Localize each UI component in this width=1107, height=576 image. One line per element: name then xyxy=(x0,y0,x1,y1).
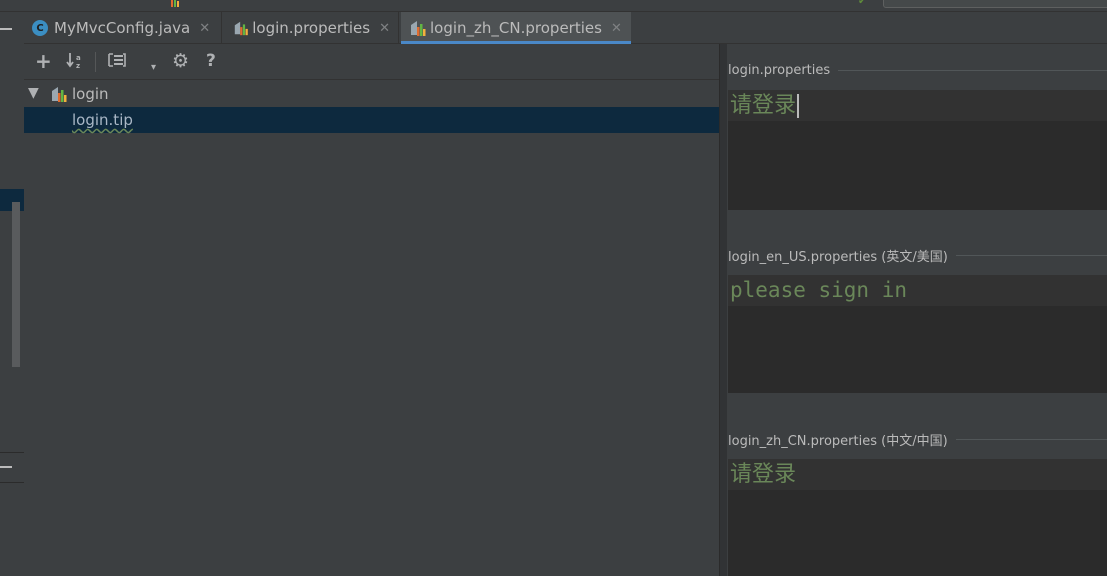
expand-arrow-icon[interactable]: ▼ xyxy=(28,85,39,101)
tree-node-login-tip[interactable]: login.tip xyxy=(24,107,720,133)
resource-bundle-icon xyxy=(234,21,248,36)
add-property-button[interactable]: + xyxy=(35,51,52,71)
tab-login-properties[interactable]: login.properties ✕ xyxy=(225,12,398,44)
sort-alphabetically-icon: az xyxy=(66,53,81,70)
tab-label: login_zh_CN.properties xyxy=(430,19,602,37)
scrollbar-thumb[interactable] xyxy=(12,202,20,367)
property-key-label: login.tip xyxy=(72,111,133,129)
tab-separator xyxy=(398,12,399,44)
panel-splitter[interactable] xyxy=(719,44,727,576)
help-button[interactable]: ? xyxy=(206,51,216,71)
property-value-text: 请登录 xyxy=(730,93,797,118)
property-file-title: login_en_US.properties (英文/美国) xyxy=(728,246,1107,265)
property-file-name: login_en_US.properties (英文/美国) xyxy=(728,250,948,265)
tab-label: MyMvcConfig.java xyxy=(54,19,191,37)
dropdown-arrow-icon[interactable]: ▾ xyxy=(151,58,156,78)
top-navigation-strip: ✔ xyxy=(0,0,1107,12)
property-file-title: login_zh_CN.properties (中文/中国) xyxy=(728,430,1107,449)
property-value-line[interactable]: please sign in xyxy=(728,275,1107,306)
svg-text:a: a xyxy=(76,54,81,62)
property-file-title: login.properties xyxy=(728,63,1107,78)
divider xyxy=(0,482,24,483)
property-value-line[interactable]: 请登录 xyxy=(728,90,1107,121)
close-icon[interactable]: ✕ xyxy=(379,21,390,36)
property-file-name: login.properties xyxy=(728,63,831,78)
tab-mymvcconfig[interactable]: C MyMvcConfig.java ✕ xyxy=(24,12,221,44)
collapse-icon[interactable] xyxy=(0,28,12,30)
close-icon[interactable]: ✕ xyxy=(611,21,622,36)
resource-bundle-icon xyxy=(171,0,179,7)
left-tool-gutter xyxy=(0,12,24,576)
editor-tab-bar: C MyMvcConfig.java ✕ login.properties ✕ … xyxy=(24,12,1107,44)
java-class-icon: C xyxy=(32,20,48,36)
group-by-button[interactable] xyxy=(107,51,127,74)
svg-text:z: z xyxy=(76,62,80,69)
group-by-icon xyxy=(108,53,126,67)
property-file-name: login_zh_CN.properties (中文/中国) xyxy=(728,434,948,449)
search-input[interactable] xyxy=(883,0,1107,8)
property-value-line[interactable]: 请登录 xyxy=(728,459,1107,490)
settings-button[interactable]: ⚙ xyxy=(172,51,189,71)
tab-separator xyxy=(221,12,222,44)
property-value-text: 请登录 xyxy=(730,462,797,487)
collapse-icon[interactable] xyxy=(0,466,12,468)
resource-bundle-icon xyxy=(52,87,67,102)
sort-button[interactable]: az xyxy=(66,51,84,74)
divider xyxy=(0,452,24,453)
property-value-text: please sign in xyxy=(730,278,908,302)
toolbar-separator xyxy=(95,52,96,72)
close-icon[interactable]: ✕ xyxy=(199,21,210,36)
property-value-editor-en-us[interactable]: please sign in xyxy=(728,274,1107,393)
resource-bundle-toolbar: + az ▾ ⚙ ? xyxy=(24,44,720,80)
tab-login-zh-cn-properties[interactable]: login_zh_CN.properties ✕ xyxy=(401,12,631,44)
tree-node-label: login xyxy=(72,85,109,103)
property-values-panel: login.properties 请登录 login_en_US.propert… xyxy=(727,44,1107,576)
property-value-editor-zh-cn[interactable]: 请登录 xyxy=(728,458,1107,576)
check-icon: ✔ xyxy=(858,0,867,7)
resource-bundle-icon xyxy=(411,21,426,36)
property-value-editor-default[interactable]: 请登录 xyxy=(728,89,1107,210)
tree-node-login[interactable]: ▼ login xyxy=(24,81,720,107)
tab-label: login.properties xyxy=(252,19,371,37)
property-tree: ▼ login login.tip xyxy=(24,80,720,576)
text-caret xyxy=(797,94,800,118)
